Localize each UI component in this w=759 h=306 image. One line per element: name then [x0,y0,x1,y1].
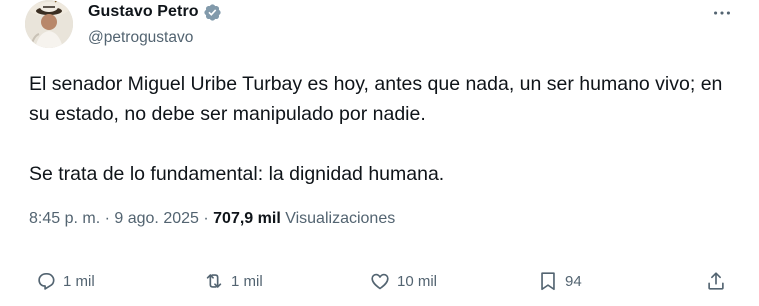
reply-button[interactable]: 1 mil [35,270,95,292]
tweet-date[interactable]: 9 ago. 2025 [114,210,199,227]
author-name[interactable]: Gustavo Petro [88,3,199,21]
like-button[interactable]: 10 mil [369,270,437,292]
views-label[interactable]: Visualizaciones [285,210,395,227]
repost-count: 1 mil [231,272,263,290]
bookmark-button[interactable]: 94 [537,270,582,292]
tweet-header: Gustavo Petro @petrogustavo [88,0,222,47]
repost-button[interactable]: 1 mil [203,270,263,292]
views-count[interactable]: 707,9 mil [213,210,281,227]
more-icon [714,11,730,15]
tweet-meta: 8:45 p. m. · 9 ago. 2025 · 707,9 mil Vis… [29,210,395,228]
avatar-image [25,0,73,48]
bookmark-count: 94 [565,272,582,290]
share-icon [708,272,724,290]
author-handle[interactable]: @petrogustavo [88,29,222,47]
reply-count: 1 mil [63,272,95,290]
share-button[interactable] [705,270,727,292]
tweet-time[interactable]: 8:45 p. m. [29,210,100,227]
reply-icon [38,273,55,290]
repost-icon [206,274,222,288]
more-options-button[interactable] [709,3,735,23]
like-icon [371,273,389,290]
tweet-text: El senador Miguel Uribe Turbay es hoy, a… [29,73,723,185]
meta-separator: · [203,210,209,227]
action-bar: 1 mil 1 mil 10 mil 94 [0,270,759,302]
avatar[interactable] [25,0,73,48]
like-count: 10 mil [397,272,438,290]
bookmark-icon [541,272,555,291]
verified-badge-icon[interactable] [203,3,222,22]
meta-separator: · [104,210,110,227]
